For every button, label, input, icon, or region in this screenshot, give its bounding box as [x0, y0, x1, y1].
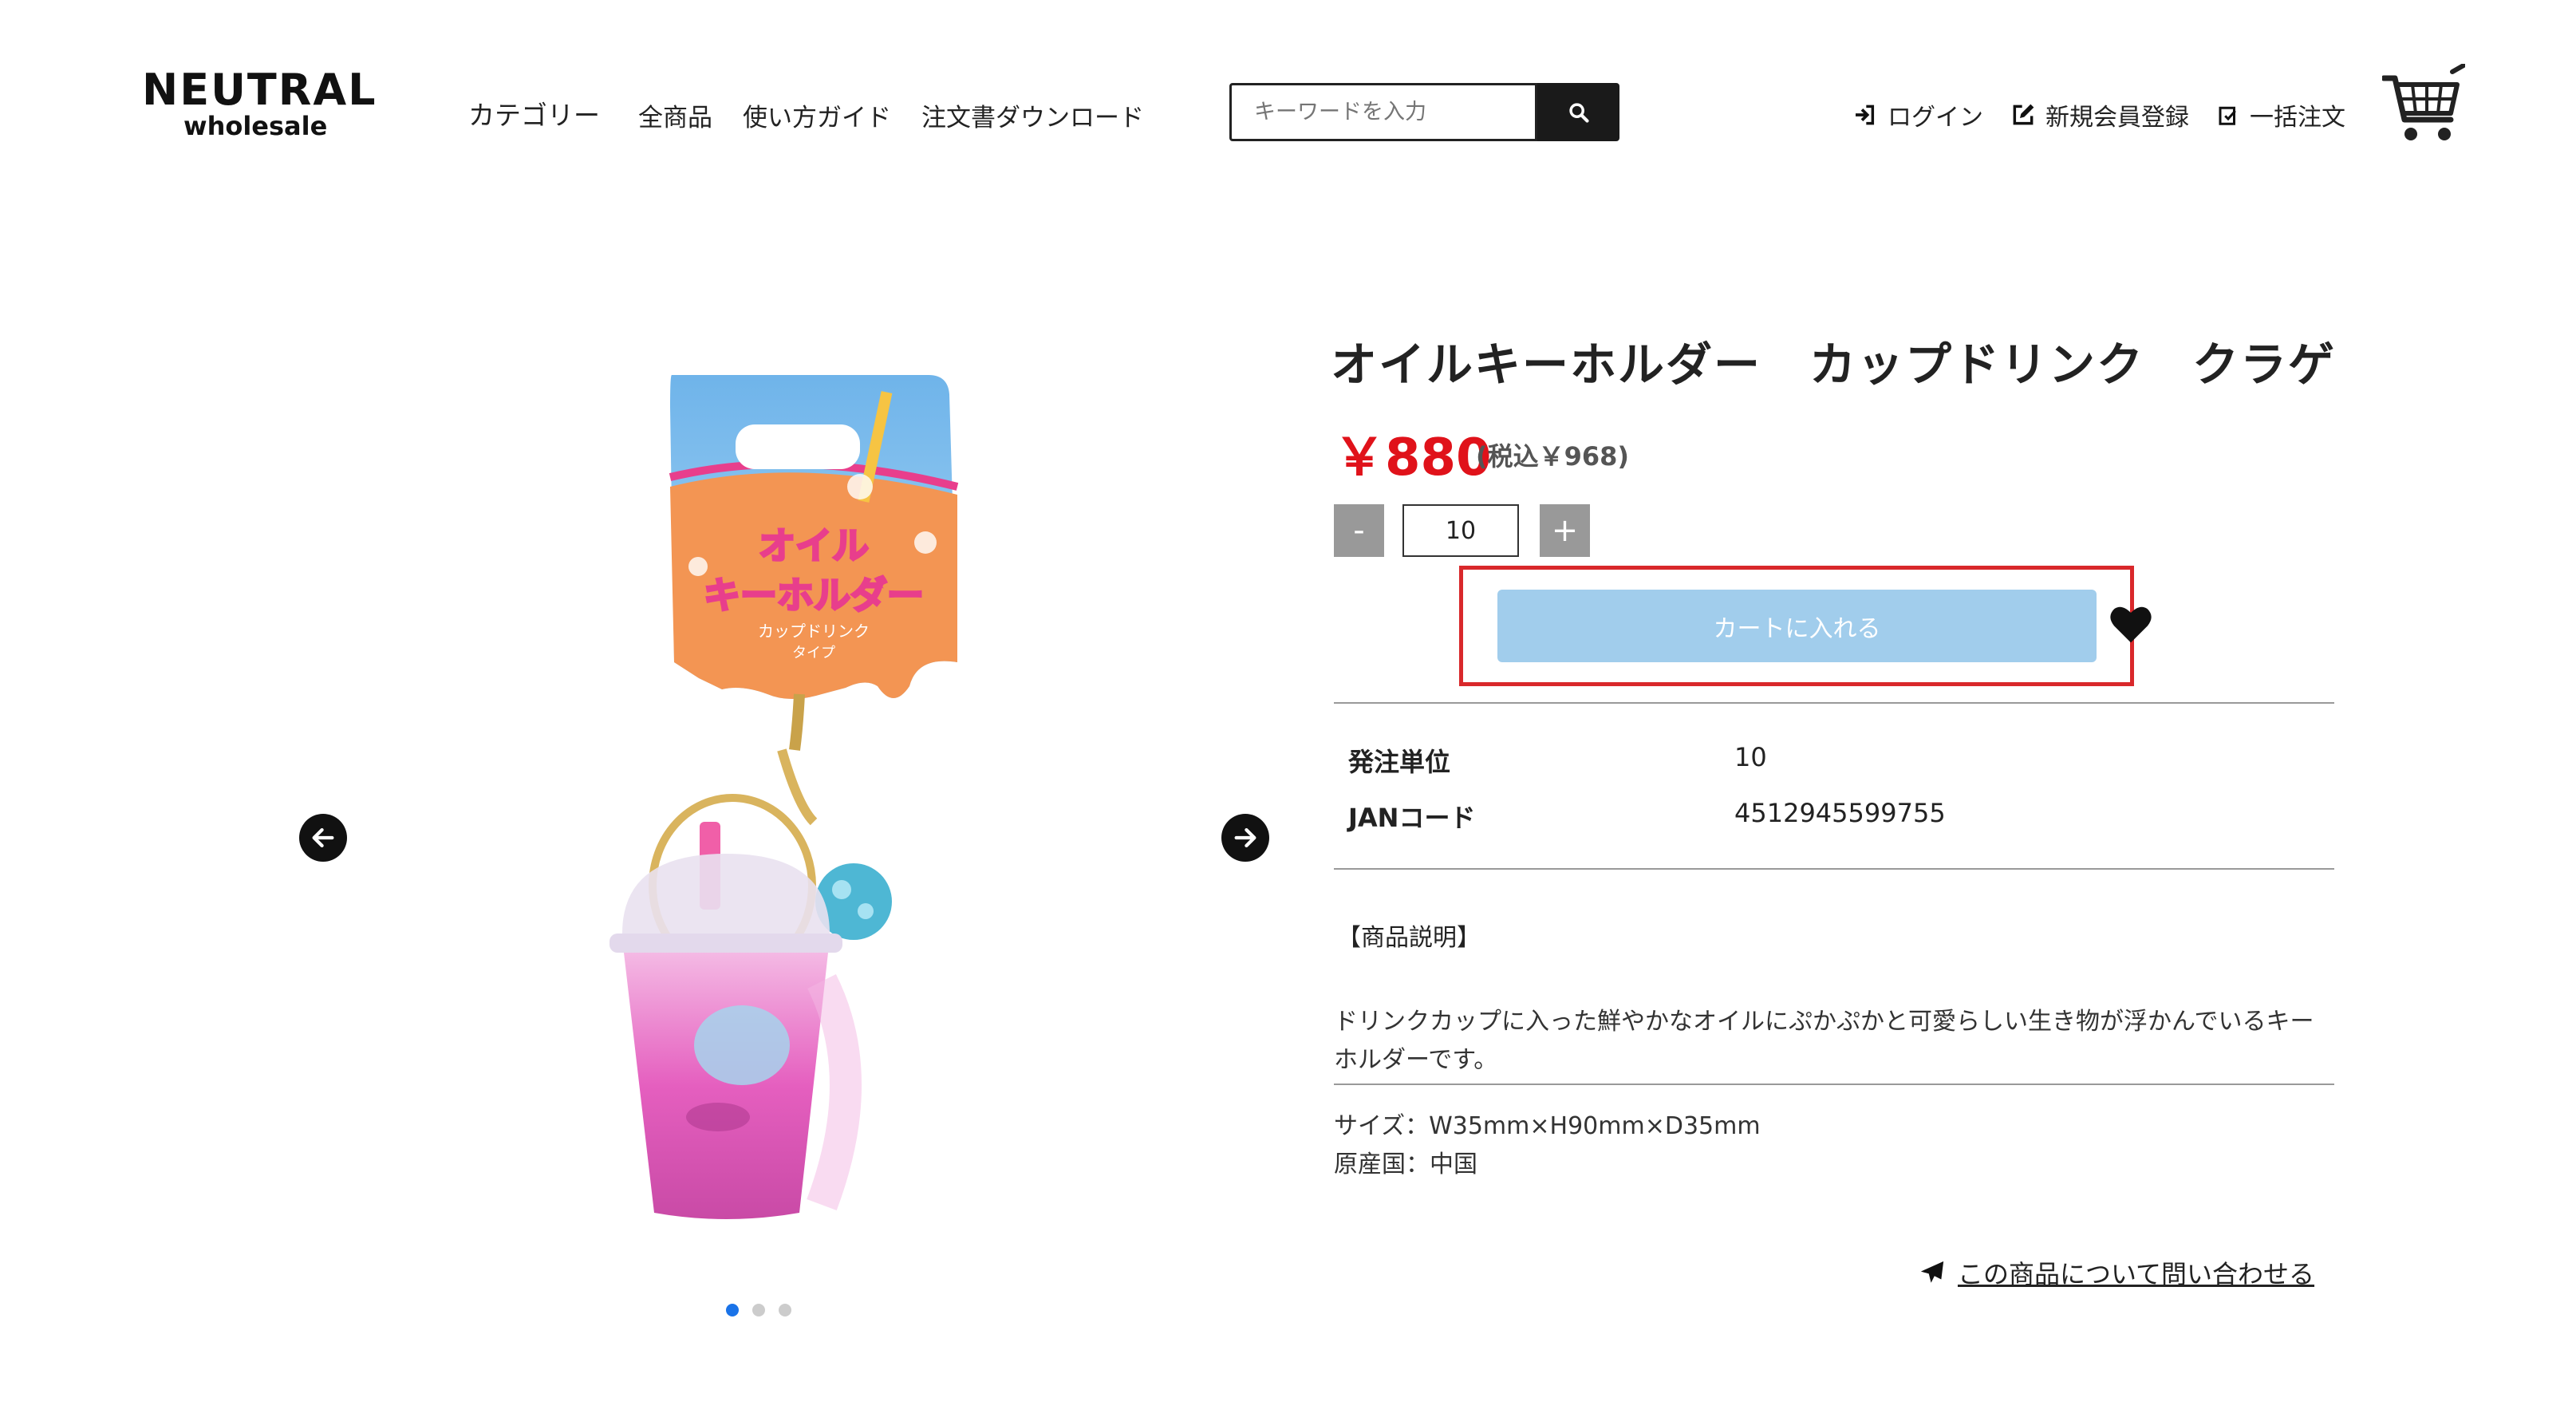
spec-label-jan: JANコード [1348, 803, 1476, 833]
login-link[interactable]: ログイン [1852, 97, 1983, 132]
login-icon [1856, 105, 1875, 125]
product-origin: 原産国：中国 [1334, 1151, 1477, 1178]
search-input[interactable] [1232, 85, 1535, 139]
highlight-box [1459, 566, 2134, 686]
quantity-decrement-button[interactable]: - [1334, 504, 1384, 557]
nav-all-products[interactable]: 全商品 [638, 97, 712, 133]
bulk-order-link[interactable]: 一括注文 [2216, 97, 2345, 132]
keychain-illustration: オイル キーホルダー カップドリンク タイプ [609, 375, 959, 1219]
register-label: 新規会員登録 [2045, 104, 2189, 132]
package-text-line2: キーホルダー [704, 574, 924, 617]
product-image: オイル キーホルダー カップドリンク タイプ [558, 375, 1005, 1277]
paper-plane-icon [1920, 1261, 1944, 1283]
product-size: サイズ：W35mm×H90mm×D35mm [1334, 1112, 1761, 1140]
description-heading: 【商品説明】 [1337, 924, 1481, 952]
package-text-line3: カップドリンク [758, 622, 870, 641]
inquiry-link[interactable]: この商品について問い合わせる [1918, 1254, 2314, 1291]
gallery-dot-2[interactable] [752, 1304, 765, 1316]
product-title: オイルキーホルダー カップドリンク クラゲ [1331, 338, 2337, 392]
bulk-order-label: 一括注文 [2250, 104, 2345, 132]
package-text-line1: オイル [759, 524, 869, 567]
search-button[interactable] [1537, 83, 1619, 141]
nav-categories[interactable]: カテゴリー [468, 94, 600, 132]
edit-icon [2013, 104, 2034, 125]
register-link[interactable]: 新規会員登録 [2010, 97, 2189, 132]
cart-button[interactable] [2381, 63, 2466, 152]
nav-order-form-download[interactable]: 注文書ダウンロード [921, 97, 1144, 133]
favorite-button[interactable] [2109, 603, 2153, 648]
login-label: ログイン [1888, 104, 1983, 132]
logo-sub: wholesale [183, 111, 328, 141]
gallery-prev-button[interactable] [299, 814, 347, 862]
spec-value-order-unit: 10 [1734, 742, 1767, 772]
arrow-right-icon [1234, 827, 1256, 848]
clipboard-icon [2219, 106, 2236, 125]
heart-icon [2110, 606, 2152, 643]
quantity-increment-button[interactable]: + [1540, 504, 1590, 557]
cart-icon [2381, 63, 2466, 140]
gallery-next-button[interactable] [1221, 814, 1269, 862]
inquiry-label: この商品について問い合わせる [1958, 1259, 2315, 1289]
product-price: ￥880 [1334, 428, 1492, 488]
gallery-dot-1[interactable] [726, 1304, 739, 1316]
logo-main[interactable]: NEUTRAL [142, 69, 377, 112]
description-line-1: ドリンクカップに入った鮮やかなオイルにぷかぷかと可愛らしい生き物が浮かんでいるキ… [1334, 1008, 2314, 1036]
quantity-input[interactable] [1402, 504, 1519, 557]
description-line-2: ホルダーです。 [1334, 1046, 1498, 1074]
divider [1334, 868, 2334, 870]
package-text-line4: タイプ [792, 645, 835, 661]
search-box [1229, 83, 1537, 141]
divider [1334, 1084, 2334, 1085]
gallery-dot-3[interactable] [779, 1304, 791, 1316]
divider [1334, 702, 2334, 704]
product-price-tax: (税込￥968) [1476, 441, 1630, 472]
arrow-left-icon [312, 827, 334, 848]
spec-label-order-unit: 発注単位 [1348, 747, 1451, 777]
search-icon [1568, 102, 1589, 123]
nav-guide[interactable]: 使い方ガイド [743, 97, 891, 133]
spec-value-jan: 4512945599755 [1734, 798, 1946, 828]
